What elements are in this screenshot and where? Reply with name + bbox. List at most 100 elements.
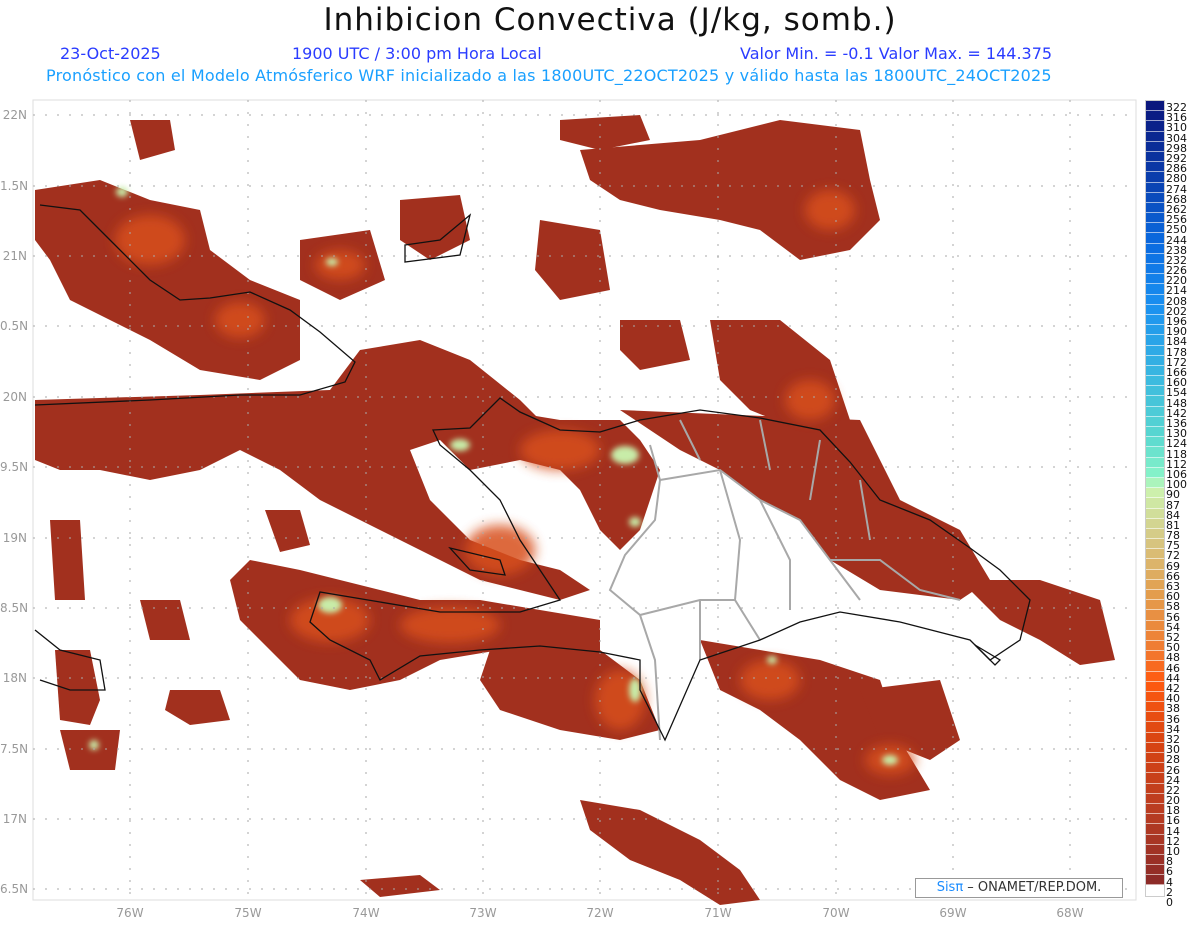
colorbar-bin (1146, 325, 1164, 336)
colorbar-bin (1146, 141, 1164, 152)
colorbar-bin (1146, 284, 1164, 295)
lat-label: 7.5N (0, 742, 29, 756)
colorbar-bin (1146, 151, 1164, 163)
colorbar-bin (1146, 630, 1164, 641)
sispi-logo: Sisπ (936, 880, 964, 895)
lat-label: 8.5N (0, 601, 29, 615)
colorbar-bin (1146, 814, 1164, 825)
colorbar-bin (1146, 528, 1164, 540)
colorbar-bin (1146, 783, 1164, 794)
colorbar-bin (1146, 477, 1164, 489)
colorbar-bin (1146, 223, 1164, 234)
colorbar-bin (1146, 304, 1164, 315)
colorbar-bin (1146, 732, 1164, 743)
colorbar-bin (1146, 406, 1164, 417)
colorbar-bin (1146, 498, 1164, 509)
colorbar-bin (1146, 386, 1164, 397)
colorbar-bin (1146, 671, 1164, 682)
colorbar-label: 0 (1166, 896, 1173, 909)
colorbar-bin (1146, 274, 1164, 285)
colorbar-bin (1146, 447, 1164, 458)
colorbar-bin (1146, 202, 1164, 214)
lat-label: 21N (2, 249, 27, 263)
colorbar-bin (1146, 376, 1164, 387)
colorbar-bin (1146, 213, 1164, 224)
colorbar-bin (1146, 121, 1164, 132)
lon-label: 71W (704, 906, 732, 920)
colorbar-bin (1146, 702, 1164, 713)
colorbar-bin (1146, 131, 1164, 142)
lon-label: 68W (1056, 906, 1084, 920)
lat-label: 22N (2, 108, 27, 122)
colorbar-bin (1146, 712, 1164, 723)
colorbar-bin (1146, 416, 1164, 427)
colorbar-bin (1146, 314, 1164, 326)
credit-text: – ONAMET/REP.DOM. (963, 880, 1102, 895)
colorbar-bin (1146, 579, 1164, 590)
colorbar-bin (1146, 651, 1164, 662)
colorbar (1145, 100, 1165, 897)
lat-label: 0.5N (0, 319, 29, 333)
colorbar-bin (1146, 396, 1164, 407)
lon-label: 73W (469, 906, 497, 920)
colorbar-bin (1146, 803, 1164, 815)
colorbar-bin (1146, 763, 1164, 774)
colorbar-bin (1146, 640, 1164, 652)
lat-label: 1.5N (0, 179, 29, 193)
lon-label: 75W (234, 906, 262, 920)
colorbar-bin (1146, 172, 1164, 183)
lat-label: 20N (2, 390, 27, 404)
colorbar-bin (1146, 365, 1164, 377)
colorbar-bin (1146, 539, 1164, 550)
colorbar-bin (1146, 182, 1164, 193)
colorbar-bin (1146, 875, 1164, 886)
lon-label: 69W (939, 906, 967, 920)
colorbar-bin (1146, 885, 1164, 896)
colorbar-bin (1146, 111, 1164, 122)
colorbar-bin (1146, 590, 1164, 601)
lat-label: 6.5N (0, 882, 29, 896)
colorbar-bin (1146, 457, 1164, 468)
colorbar-bin (1146, 437, 1164, 448)
colorbar-bin (1146, 355, 1164, 366)
lat-label: 9.5N (0, 460, 29, 474)
colorbar-bin (1146, 681, 1164, 692)
lon-label: 72W (586, 906, 614, 920)
colorbar-bin (1146, 620, 1164, 631)
colorbar-bin (1146, 162, 1164, 173)
credit-box: Sisπ – ONAMET/REP.DOM. (915, 878, 1123, 898)
colorbar-bin (1146, 508, 1164, 519)
colorbar-bin (1146, 427, 1164, 438)
lat-label: 19N (2, 531, 27, 545)
colorbar-bin (1146, 518, 1164, 529)
colorbar-bin (1146, 753, 1164, 764)
colorbar-bin (1146, 488, 1164, 499)
colorbar-bin (1146, 192, 1164, 203)
colorbar-bin (1146, 722, 1164, 733)
lon-label: 74W (352, 906, 380, 920)
colorbar-bin (1146, 600, 1164, 611)
colorbar-bin (1146, 844, 1164, 855)
colorbar-bin (1146, 569, 1164, 580)
colorbar-bin (1146, 335, 1164, 346)
colorbar-bin (1146, 264, 1164, 275)
colorbar-bin (1146, 691, 1164, 703)
colorbar-bin (1146, 549, 1164, 560)
colorbar-bin (1146, 345, 1164, 356)
colorbar-bin (1146, 661, 1164, 672)
colorbar-bin (1146, 742, 1164, 753)
colorbar-bin (1146, 467, 1164, 478)
colorbar-bin (1146, 243, 1164, 254)
colorbar-bin (1146, 253, 1164, 264)
colorbar-bin (1146, 854, 1164, 866)
colorbar-bin (1146, 834, 1164, 845)
colorbar-bin (1146, 773, 1164, 784)
colorbar-bin (1146, 824, 1164, 835)
cin-map (32, 99, 1137, 905)
colorbar-bin (1146, 865, 1164, 876)
colorbar-bin (1146, 559, 1164, 570)
colorbar-bin (1146, 101, 1164, 112)
colorbar-bin (1146, 610, 1164, 621)
colorbar-bin (1146, 793, 1164, 804)
colorbar-bin (1146, 233, 1164, 244)
